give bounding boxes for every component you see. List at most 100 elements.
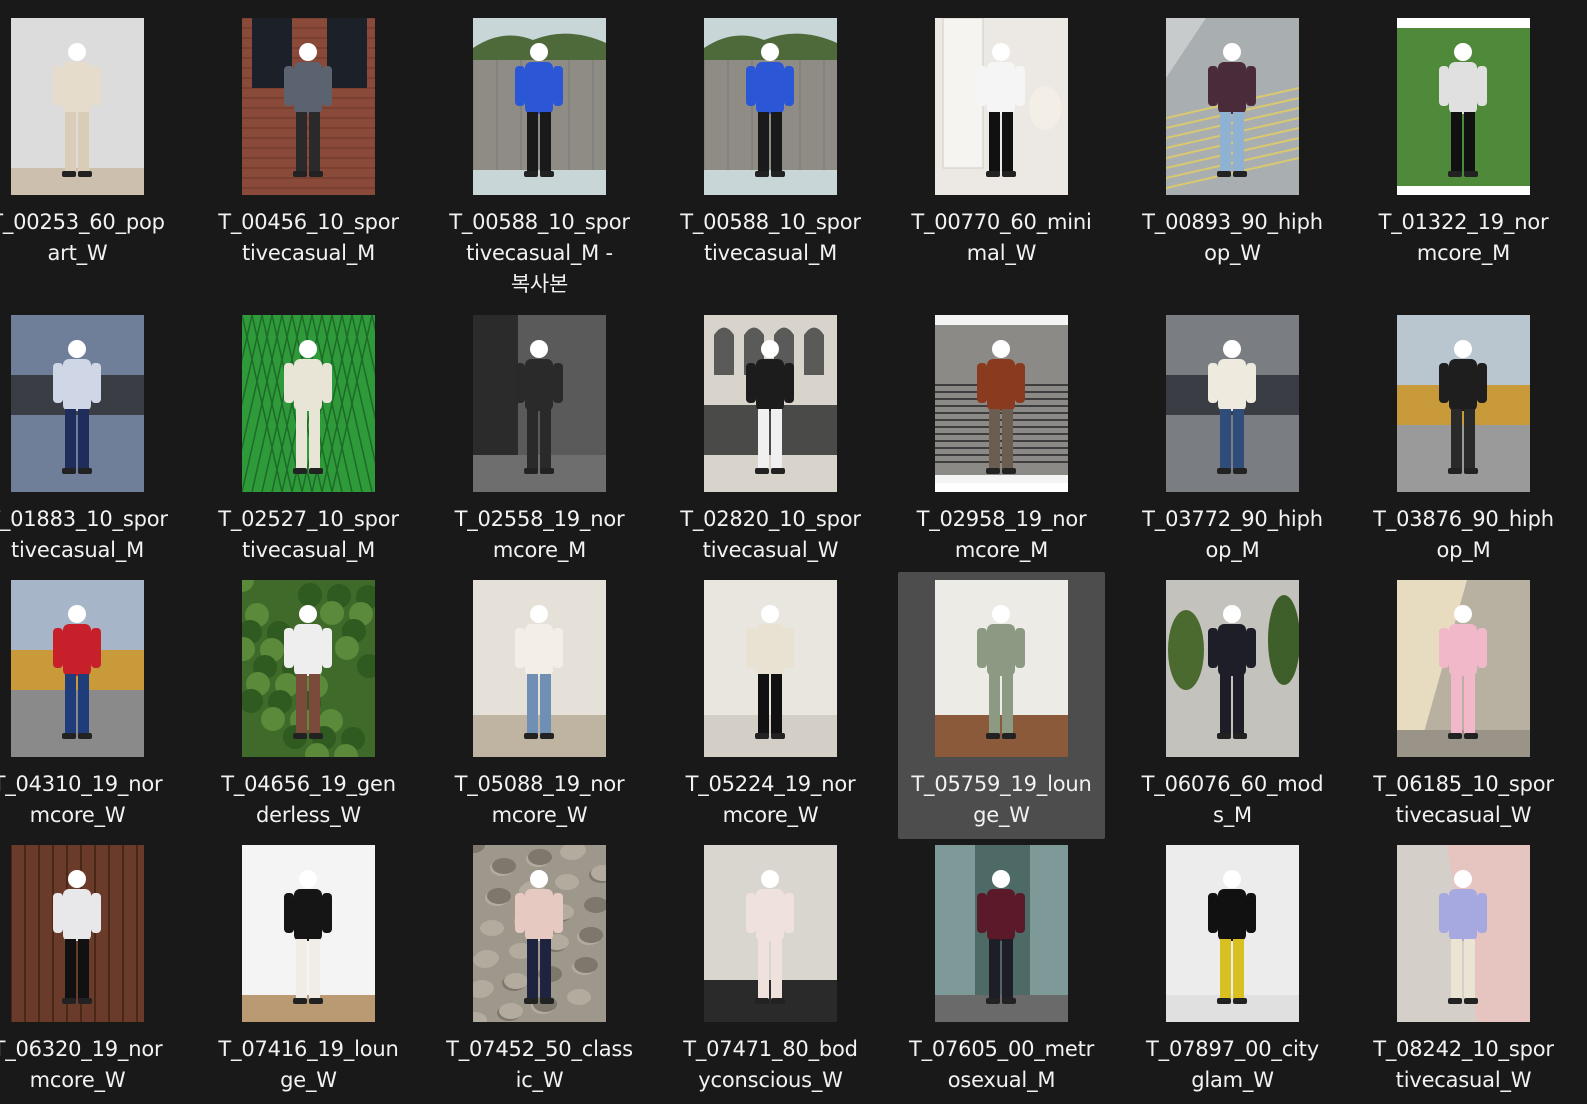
file-name-line: T_01883_10_spor [0,507,168,531]
file-name-line: T_00770_60_mini [911,210,1092,234]
file-item[interactable]: T_08242_10_spor tivecasual_W [1360,837,1567,1104]
file-name-label: T_00456_10_spor tivecasual_M [205,207,412,269]
file-thumbnail [704,845,837,1022]
file-thumbnail [1166,18,1299,195]
file-name-label: T_01883_10_spor tivecasual_M [0,504,181,566]
file-name-line: mcore_W [29,1068,126,1092]
file-item[interactable]: T_00588_10_spor tivecasual_M - 복사본 [436,8,643,308]
file-item[interactable]: T_00588_10_spor tivecasual_M [667,8,874,277]
file-item[interactable]: T_00456_10_spor tivecasual_M [205,8,412,277]
file-item[interactable]: T_04310_19_nor mcore_W [0,572,181,839]
file-name-line: T_00893_90_hiph [1142,210,1323,234]
file-name-line: s_M [1213,803,1252,827]
file-item[interactable]: T_07471_80_bod yconscious_W [667,837,874,1104]
file-name-line: tivecasual_M - [466,241,613,265]
file-item[interactable]: T_00253_60_pop art_W [0,8,181,277]
file-name-label: T_04656_19_gen derless_W [205,769,412,831]
file-name-line: derless_W [256,803,361,827]
file-name-label: T_06076_60_mod s_M [1129,769,1336,831]
file-thumbnail [473,580,606,757]
file-name-label: T_05759_19_loun ge_W [898,769,1105,831]
file-item[interactable]: T_05088_19_nor mcore_W [436,572,643,839]
file-thumbnail [473,315,606,492]
file-thumbnail [242,580,375,757]
file-item[interactable]: T_05224_19_nor mcore_W [667,572,874,839]
file-name-line: art_W [47,241,108,265]
file-name-line: T_07605_00_metr [908,1037,1095,1061]
file-name-label: T_07605_00_metr osexual_M [898,1034,1105,1096]
file-item[interactable]: T_04656_19_gen derless_W [205,572,412,839]
file-item[interactable]: T_06185_10_spor tivecasual_W [1360,572,1567,839]
file-item[interactable]: T_03876_90_hiph op_M [1360,305,1567,574]
file-thumbnail [704,315,837,492]
file-thumbnail [935,315,1068,492]
file-item[interactable]: T_06076_60_mod s_M [1129,572,1336,839]
file-name-line: T_07471_80_bod [683,1037,858,1061]
file-name-line: tivecasual_M [10,538,144,562]
file-name-line: T_06185_10_spor [1373,772,1554,796]
file-name-line: mcore_M [492,538,587,562]
file-name-label: T_01322_19_nor mcore_M [1360,207,1567,269]
file-name-line: T_02958_19_nor [916,507,1087,531]
file-name-line: mcore_W [29,803,126,827]
file-item[interactable]: T_03772_90_hiph op_M [1129,305,1336,574]
file-item[interactable]: T_02527_10_spor tivecasual_M [205,305,412,574]
file-name-line: mcore_M [954,538,1049,562]
file-name-line: T_00253_60_pop [0,210,165,234]
file-item[interactable]: T_06320_19_nor mcore_W [0,837,181,1104]
file-name-line: T_02558_19_nor [454,507,625,531]
file-name-label: T_07416_19_loun ge_W [205,1034,412,1096]
file-name-line: op_W [1204,241,1261,265]
file-thumbnail [704,580,837,757]
file-thumbnail [1166,845,1299,1022]
file-name-line: T_02527_10_spor [218,507,399,531]
file-name-line: T_08242_10_spor [1373,1037,1554,1061]
file-item[interactable]: T_01883_10_spor tivecasual_M [0,305,181,574]
file-name-line: T_07416_19_loun [218,1037,399,1061]
file-item[interactable]: T_07605_00_metr osexual_M [898,837,1105,1104]
file-thumbnail [704,18,837,195]
file-name-line: osexual_M [947,1068,1056,1092]
file-name-label: T_00770_60_mini mal_W [898,207,1105,269]
file-name-line: op_M [1205,538,1260,562]
file-item[interactable]: T_02558_19_nor mcore_M [436,305,643,574]
file-name-line: op_M [1436,538,1491,562]
file-name-line: tivecasual_W [1395,803,1532,827]
file-name-line: tivecasual_M [703,241,837,265]
file-item[interactable]: T_02820_10_spor tivecasual_W [667,305,874,574]
file-thumbnail [473,845,606,1022]
file-item[interactable]: T_07416_19_loun ge_W [205,837,412,1104]
file-thumbnail [1397,18,1530,195]
file-thumbnail [935,18,1068,195]
file-thumbnail [242,18,375,195]
file-item[interactable]: T_00770_60_mini mal_W [898,8,1105,277]
file-name-label: T_00893_90_hiph op_W [1129,207,1336,269]
file-thumbnail [935,580,1068,757]
file-name-line: tivecasual_W [702,538,839,562]
file-name-label: T_02958_19_nor mcore_M [898,504,1105,566]
file-item[interactable]: T_02958_19_nor mcore_M [898,305,1105,574]
file-thumbnail [473,18,606,195]
file-name-line: 복사본 [510,272,569,296]
file-item[interactable]: T_05759_19_loun ge_W [898,572,1105,839]
file-name-label: T_02820_10_spor tivecasual_W [667,504,874,566]
file-item[interactable]: T_01322_19_nor mcore_M [1360,8,1567,277]
file-thumbnail [1397,845,1530,1022]
file-name-line: T_07452_50_class [446,1037,633,1061]
file-name-label: T_05088_19_nor mcore_W [436,769,643,831]
file-item[interactable]: T_07452_50_class ic_W [436,837,643,1104]
file-grid: T_00253_60_pop art_W T_00456_10_spor tivec… [0,0,1587,1104]
file-thumbnail [11,580,144,757]
file-name-label: T_07471_80_bod yconscious_W [667,1034,874,1096]
file-name-label: T_06185_10_spor tivecasual_W [1360,769,1567,831]
file-item[interactable]: T_00893_90_hiph op_W [1129,8,1336,277]
file-name-line: T_05088_19_nor [454,772,625,796]
file-name-label: T_00588_10_spor tivecasual_M - 복사본 [436,207,643,300]
file-thumbnail [1166,315,1299,492]
file-name-line: T_02820_10_spor [680,507,861,531]
file-name-label: T_04310_19_nor mcore_W [0,769,181,831]
file-item[interactable]: T_07897_00_city glam_W [1129,837,1336,1104]
file-name-label: T_07452_50_class ic_W [436,1034,643,1096]
file-name-line: mcore_M [1416,241,1511,265]
file-name-line: tivecasual_M [241,538,375,562]
